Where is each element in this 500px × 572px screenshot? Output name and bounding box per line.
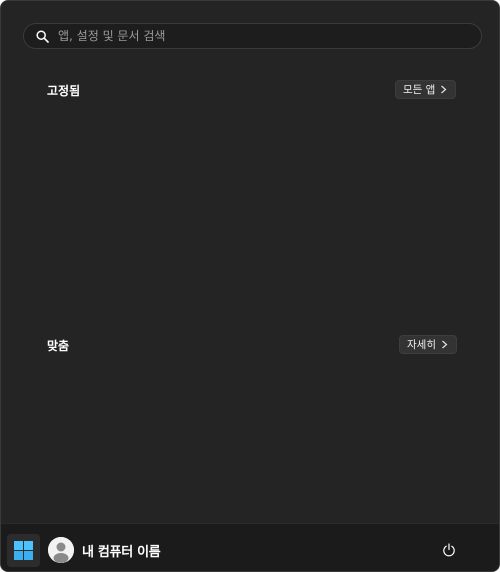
more-label: 자세히 — [407, 339, 436, 351]
chevron-right-icon — [441, 85, 447, 94]
power-button[interactable] — [439, 540, 459, 560]
user-avatar[interactable] — [48, 537, 74, 563]
pinned-section-title: 고정됨 — [47, 84, 81, 98]
search-box[interactable] — [23, 23, 482, 49]
windows-logo-icon — [14, 541, 33, 560]
all-apps-label: 모든 앱 — [403, 84, 436, 96]
search-icon — [36, 30, 49, 43]
start-menu: 고정됨 모든 앱 맞춤 자세히 내 컴퓨 — [0, 0, 500, 572]
start-button[interactable] — [7, 534, 40, 567]
power-icon — [443, 543, 455, 557]
user-avatar-icon — [48, 537, 74, 563]
user-bar: 내 컴퓨터 이름 — [1, 523, 499, 571]
more-button[interactable]: 자세히 — [399, 335, 457, 354]
chevron-right-icon — [442, 340, 448, 349]
user-name[interactable]: 내 컴퓨터 이름 — [82, 541, 161, 560]
recommended-section-title: 맞춤 — [47, 339, 70, 353]
search-input[interactable] — [58, 27, 468, 45]
all-apps-button[interactable]: 모든 앱 — [395, 80, 457, 99]
